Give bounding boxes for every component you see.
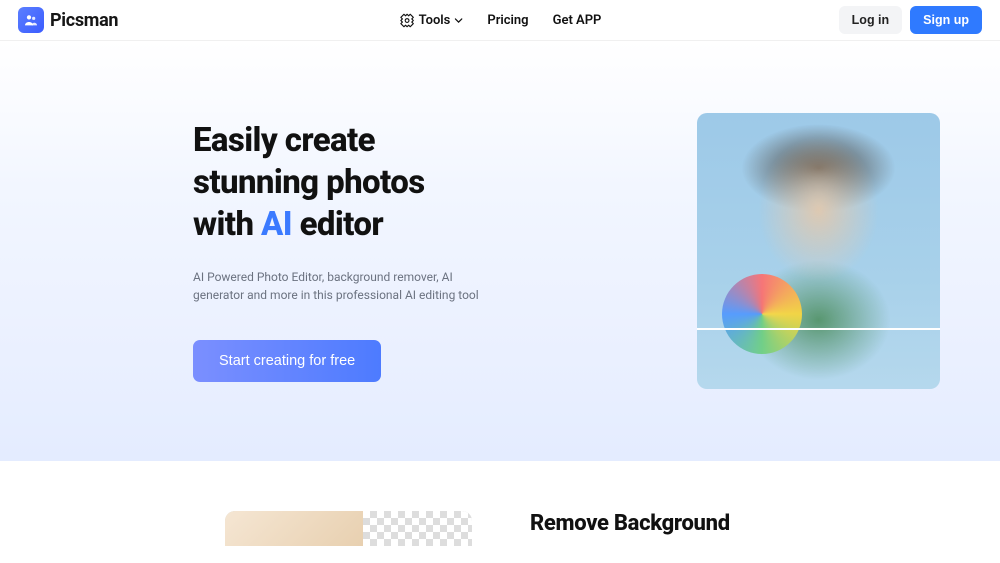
hero-title-line2: stunning photos	[193, 163, 425, 202]
logo-text: Picsman	[50, 10, 118, 31]
feature-text: Remove Background	[530, 511, 940, 536]
start-creating-button[interactable]: Start creating for free	[193, 340, 381, 382]
nav-getapp-label: Get APP	[553, 13, 602, 28]
feature-image	[225, 511, 472, 546]
feature-image-photo	[225, 511, 363, 546]
signup-button[interactable]: Sign up	[910, 6, 982, 34]
login-button[interactable]: Log in	[839, 6, 903, 34]
nav-tools[interactable]: Tools	[399, 12, 464, 28]
hero-title: Easily create stunning photos with AI ed…	[193, 120, 533, 247]
nav-right: Log in Sign up	[839, 6, 982, 34]
chevron-down-icon	[454, 16, 463, 25]
hero-section: Easily create stunning photos with AI ed…	[0, 41, 1000, 461]
navbar: Picsman Tools Pricing Get APP Log in Sig…	[0, 0, 1000, 41]
hero-title-line1: Easily create	[193, 121, 375, 160]
hero-image	[697, 113, 940, 389]
settings-icon	[399, 12, 415, 28]
nav-getapp[interactable]: Get APP	[553, 13, 602, 28]
hero-title-ai: AI	[261, 205, 292, 244]
hero-title-line3-prefix: with	[193, 205, 261, 244]
logo-icon	[18, 7, 44, 33]
feature-image-transparent	[363, 511, 472, 546]
logo[interactable]: Picsman	[18, 7, 118, 33]
hero-image-wrap	[697, 113, 940, 389]
nav-center: Tools Pricing Get APP	[399, 12, 602, 28]
feature-section: Remove Background	[0, 461, 1000, 546]
hero-subtitle: AI Powered Photo Editor, background remo…	[193, 268, 493, 304]
nav-tools-label: Tools	[419, 13, 451, 28]
hero-content: Easily create stunning photos with AI ed…	[193, 120, 533, 383]
slider-divider[interactable]	[697, 328, 940, 330]
nav-pricing-label: Pricing	[487, 13, 528, 28]
nav-pricing[interactable]: Pricing	[487, 13, 528, 28]
hero-title-line3-suffix: editor	[292, 205, 383, 244]
feature-title: Remove Background	[530, 511, 940, 536]
